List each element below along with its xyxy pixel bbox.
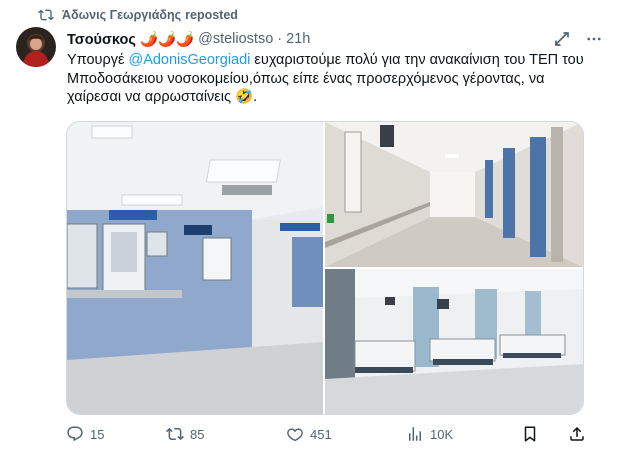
- heart-icon: [287, 428, 303, 442]
- views-button[interactable]: 10K: [406, 425, 521, 443]
- bookmark-icon: [524, 426, 536, 442]
- repost-indicator[interactable]: Άδωνις Γεωργιάδης reposted: [38, 7, 238, 23]
- reply-button[interactable]: 15: [66, 425, 166, 443]
- reply-icon: [67, 426, 83, 442]
- author-name[interactable]: Τσούσκος 🌶️🌶️🌶️: [67, 31, 194, 48]
- repost-icon: [38, 9, 54, 21]
- tweet-header: Τσούσκος 🌶️🌶️🌶️ @steliostso · 21h: [67, 30, 603, 48]
- repost-count: 85: [190, 426, 205, 442]
- grok-icon[interactable]: [553, 30, 571, 48]
- tweet-text: Υπουργέ @AdonisGeorgiadi ευχαριστούμε πο…: [67, 51, 587, 107]
- share-icon: [570, 426, 584, 441]
- views-count: 10K: [430, 426, 454, 442]
- media-grid[interactable]: [66, 121, 584, 415]
- tweet-text-before: Υπουργέ: [67, 52, 129, 68]
- tweet-time[interactable]: 21h: [286, 31, 310, 47]
- like-count: 451: [310, 426, 332, 442]
- share-button[interactable]: [568, 425, 586, 443]
- photo-waiting-area[interactable]: [67, 122, 323, 414]
- mention-link[interactable]: @AdonisGeorgiadi: [128, 52, 250, 68]
- repost-suffix: reposted: [185, 8, 238, 22]
- avatar[interactable]: [16, 27, 56, 67]
- photo-hospital-beds[interactable]: [325, 269, 583, 414]
- views-icon: [409, 427, 421, 441]
- author-handle[interactable]: @steliostso: [198, 31, 273, 47]
- retweet-button[interactable]: 85: [166, 425, 286, 443]
- photo-corridor[interactable]: [325, 122, 583, 267]
- reposter-name[interactable]: Άδωνις Γεωργιάδης: [62, 8, 181, 22]
- separator-dot: ·: [277, 31, 283, 47]
- action-bar: 15 85 451 10K: [66, 425, 586, 443]
- reply-count: 15: [90, 426, 105, 442]
- like-button[interactable]: 451: [286, 425, 406, 443]
- more-icon[interactable]: [585, 30, 603, 48]
- bookmark-button[interactable]: [521, 425, 551, 443]
- retweet-icon: [166, 427, 184, 441]
